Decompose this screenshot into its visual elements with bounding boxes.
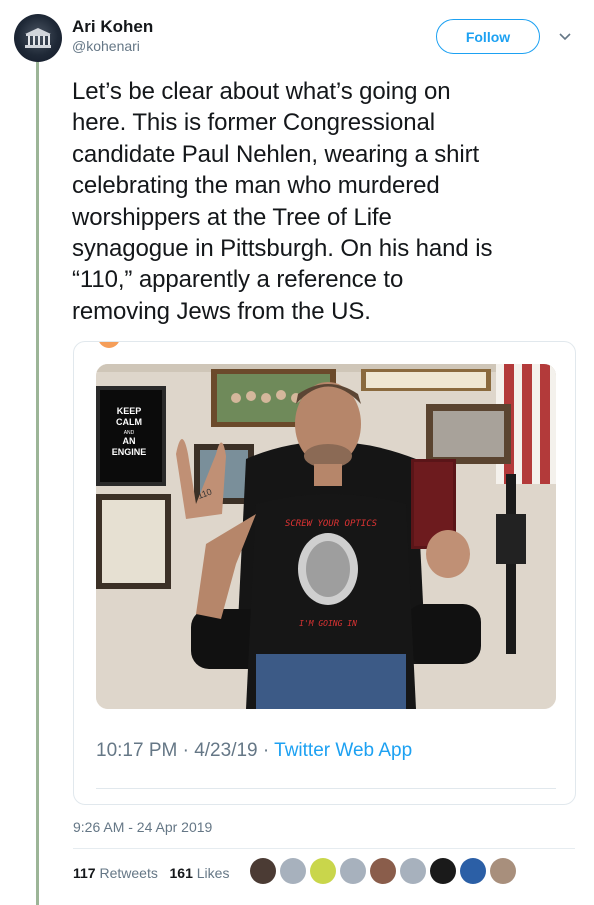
follow-button[interactable]: Follow	[436, 19, 540, 54]
liker-avatar[interactable]	[310, 858, 336, 884]
poster-text-4: AN	[123, 436, 136, 446]
embedded-tweet-card[interactable]: KEEP CALM AND AN ENGINE SCREW YOUR OPTIC…	[73, 341, 576, 805]
likers-avatars	[250, 858, 516, 884]
thread-line	[36, 62, 39, 905]
building-icon	[25, 28, 51, 48]
liker-avatar[interactable]	[430, 858, 456, 884]
chevron-down-icon[interactable]	[558, 30, 572, 44]
embedded-app-link[interactable]: Twitter Web App	[274, 740, 412, 761]
liker-avatar[interactable]	[280, 858, 306, 884]
author-name[interactable]: Ari Kohen	[72, 17, 153, 37]
tweet-text: Let’s be clear about what’s going on her…	[72, 78, 493, 325]
shirt-top-text: SCREW YOUR OPTICS	[285, 519, 378, 529]
poster-text-5: ENGINE	[112, 447, 147, 457]
liker-avatar[interactable]	[460, 858, 486, 884]
embedded-time: 10:17 PM · 4/23/19 ·	[96, 740, 275, 761]
embedded-meta: 10:17 PM · 4/23/19 · Twitter Web App	[96, 740, 412, 762]
poster-text-1: KEEP	[117, 406, 142, 416]
liker-avatar[interactable]	[400, 858, 426, 884]
photo-illustration: KEEP CALM AND AN ENGINE SCREW YOUR OPTIC…	[96, 364, 556, 709]
poster-text-2: CALM	[116, 417, 142, 427]
tweet-photo[interactable]: KEEP CALM AND AN ENGINE SCREW YOUR OPTIC…	[96, 364, 556, 709]
author-handle[interactable]: @kohenari	[72, 38, 140, 54]
retweets-count[interactable]: 117	[73, 865, 96, 881]
engagement-stats: 117 Retweets 161 Likes	[73, 865, 229, 881]
avatar[interactable]	[14, 14, 62, 62]
liker-avatar[interactable]	[370, 858, 396, 884]
embedded-avatar-fragment	[98, 342, 120, 348]
likes-label[interactable]: Likes	[197, 865, 230, 881]
tweet-timestamp[interactable]: 9:26 AM - 24 Apr 2019	[73, 819, 212, 835]
liker-avatar[interactable]	[340, 858, 366, 884]
liker-avatar[interactable]	[250, 858, 276, 884]
retweets-label[interactable]: Retweets	[99, 865, 157, 881]
divider	[73, 848, 575, 849]
likes-count[interactable]: 161	[170, 865, 193, 881]
liker-avatar[interactable]	[490, 858, 516, 884]
shirt-bottom-text: I'M GOING IN	[299, 619, 357, 628]
card-divider	[96, 788, 556, 789]
